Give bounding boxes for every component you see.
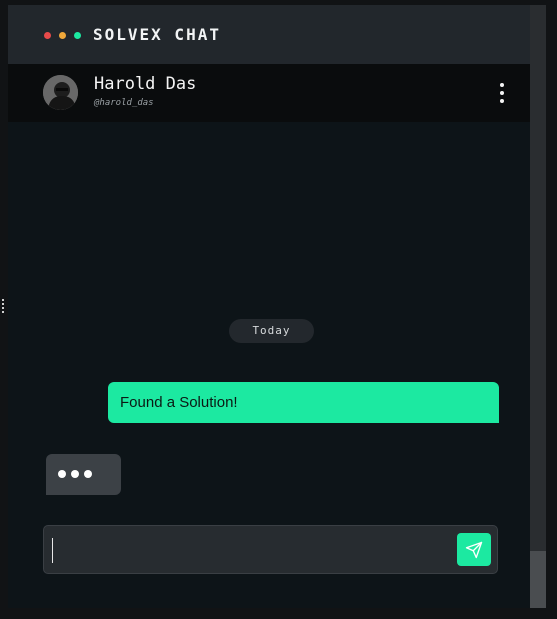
message-input[interactable] (50, 532, 449, 569)
handle-dot (2, 307, 4, 309)
typing-dot (58, 470, 66, 478)
handle-dot (2, 299, 4, 301)
more-vertical-icon[interactable] (494, 81, 510, 105)
typing-dot (84, 470, 92, 478)
user-avatar-icon[interactable] (43, 75, 78, 110)
window-close-dot[interactable] (44, 32, 51, 39)
scrollbar-track[interactable] (530, 5, 546, 608)
app-title: SOLVEX CHAT (93, 25, 221, 44)
handle-dot (2, 303, 4, 305)
window-minimize-dot[interactable] (59, 32, 66, 39)
text-caret (52, 538, 53, 563)
contact-name: Harold Das (94, 74, 197, 94)
page: SOLVEX CHAT Harold Das @harold_das Today… (0, 0, 557, 619)
title-bar: SOLVEX CHAT (8, 5, 530, 65)
window-maximize-dot[interactable] (74, 32, 81, 39)
menu-dot (500, 99, 504, 103)
menu-dot (500, 91, 504, 95)
typing-indicator (46, 454, 121, 495)
outgoing-message: Found a Solution! (108, 382, 499, 423)
chat-header: Harold Das @harold_das (8, 64, 530, 122)
scrollbar-thumb[interactable] (530, 551, 546, 608)
send-icon (465, 541, 483, 559)
date-divider: Today (229, 319, 314, 343)
contact-handle: @harold_das (94, 98, 154, 108)
handle-dot (2, 311, 4, 313)
message-composer (43, 525, 498, 574)
resize-handle[interactable] (1, 299, 5, 317)
menu-dot (500, 83, 504, 87)
chat-window: SOLVEX CHAT Harold Das @harold_das Today… (8, 5, 530, 608)
send-button[interactable] (457, 533, 491, 566)
typing-dot (71, 470, 79, 478)
